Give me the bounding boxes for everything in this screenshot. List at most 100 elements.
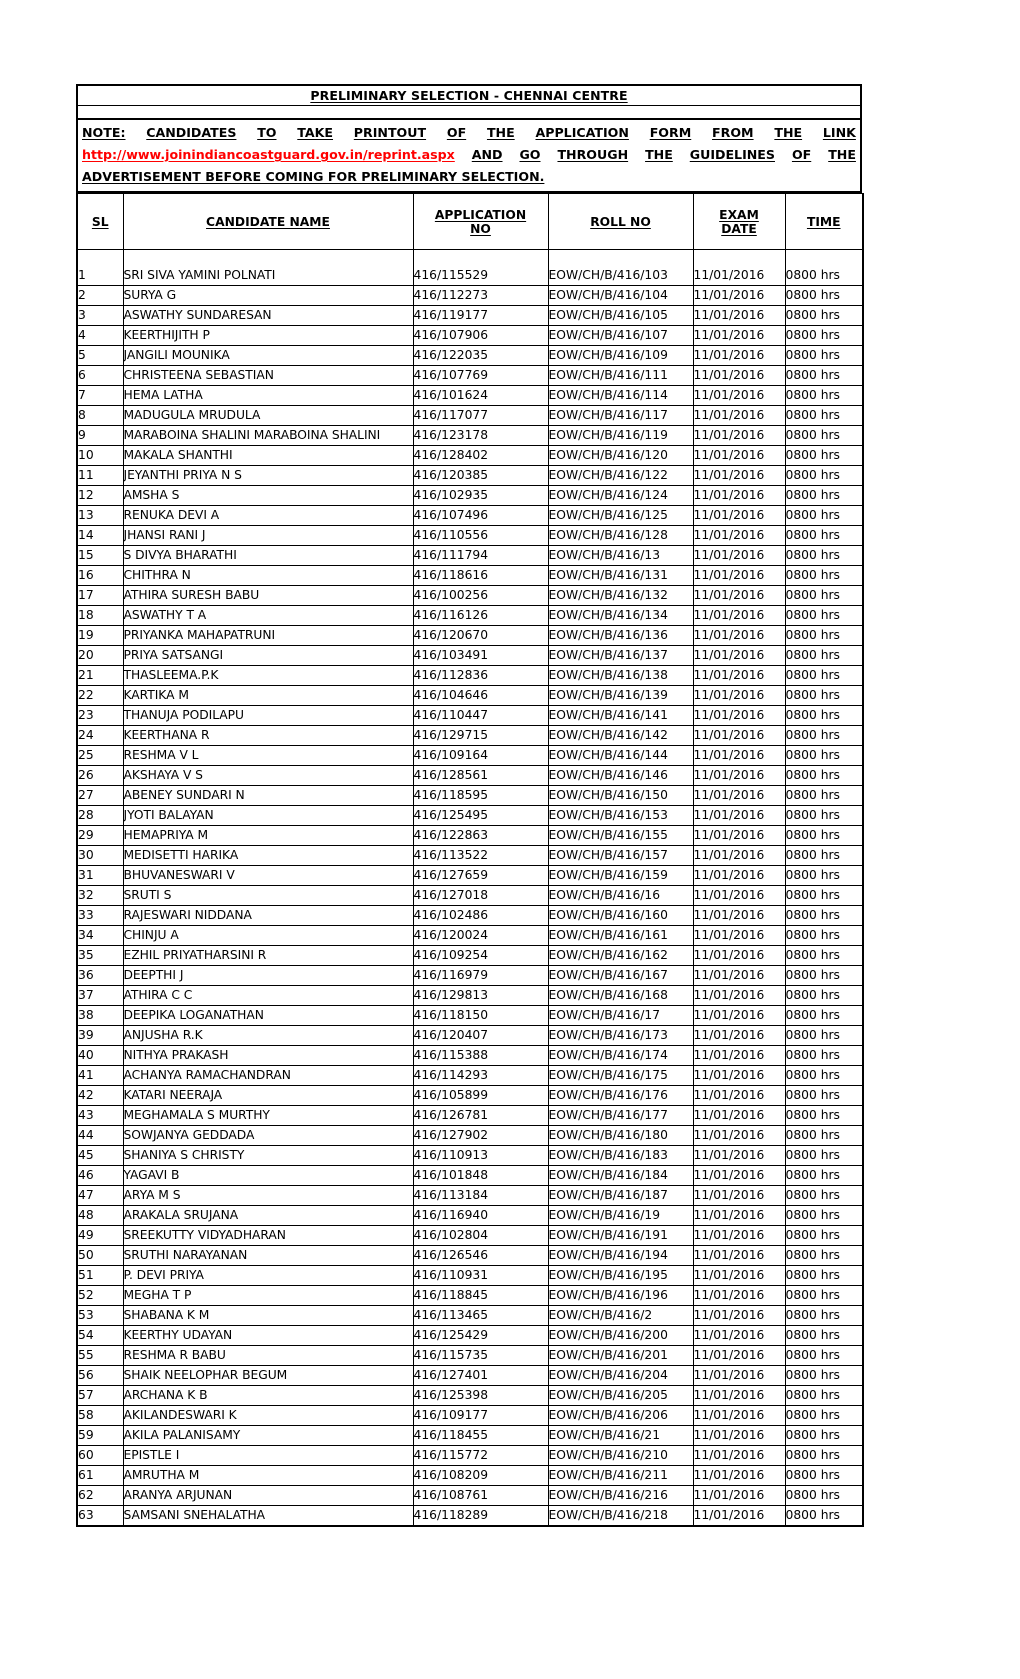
cell-candidate-name: P. DEVI PRIYA	[122, 1265, 414, 1286]
cell-roll-no: EOW/CH/B/416/191	[547, 1225, 694, 1246]
table-row: 37 ATHIRA C C 416/129813 EOW/CH/B/416/168 11…	[76, 985, 864, 1006]
cell-application-no: 416/118150	[412, 1005, 549, 1026]
cell-application-no: 416/113465	[412, 1305, 549, 1326]
cell-sl: 9	[76, 425, 124, 446]
cell-exam-date: 11/01/2016	[692, 305, 786, 326]
cell-candidate-name: MARABOINA SHALINI MARABOINA SHALINI	[122, 425, 414, 446]
cell-application-no: 416/127401	[412, 1365, 549, 1386]
cell-exam-date: 11/01/2016	[692, 1365, 786, 1386]
cell-roll-no: EOW/CH/B/416/183	[547, 1145, 694, 1166]
cell-exam-date: 11/01/2016	[692, 1485, 786, 1506]
cell-exam-date: 11/01/2016	[692, 505, 786, 526]
note2-word-7: THE	[828, 147, 856, 162]
cell-time: 0800 hrs	[784, 1165, 864, 1186]
cell-roll-no: EOW/CH/B/416/176	[547, 1085, 694, 1106]
cell-candidate-name: YAGAVI B	[122, 1165, 414, 1186]
cell-roll-no: EOW/CH/B/416/16	[547, 885, 694, 906]
cell-sl: 44	[76, 1125, 124, 1146]
cell-exam-date: 11/01/2016	[692, 1405, 786, 1426]
cell-application-no: 416/111794	[412, 545, 549, 566]
cell-roll-no: EOW/CH/B/416/144	[547, 745, 694, 766]
cell-sl: 45	[76, 1145, 124, 1166]
cell-candidate-name: RAJESWARI NIDDANA	[122, 905, 414, 926]
column-header-sl-label: SL	[91, 214, 109, 229]
cell-application-no: 416/127018	[412, 885, 549, 906]
cell-sl: 23	[76, 705, 124, 726]
cell-application-no: 416/113522	[412, 845, 549, 866]
cell-roll-no: EOW/CH/B/416/211	[547, 1465, 694, 1486]
table-row: 17 ATHIRA SURESH BABU 416/100256 EOW/CH/B/4…	[76, 585, 864, 606]
spacer-row	[76, 106, 862, 120]
table-head: SL CANDIDATE NAME APPLICATION NO ROLL NO…	[76, 193, 864, 250]
cell-roll-no: EOW/CH/B/416/196	[547, 1285, 694, 1306]
cell-application-no: 416/109164	[412, 745, 549, 766]
column-header-application-no-label-1: APPLICATION	[434, 207, 527, 222]
cell-sl: 60	[76, 1445, 124, 1466]
cell-time: 0800 hrs	[784, 1225, 864, 1246]
cell-exam-date: 11/01/2016	[692, 1305, 786, 1326]
note-word-4: TAKE	[297, 125, 334, 140]
table-row: 5 JANGILI MOUNIKA 416/122035 EOW/CH/B/416/1…	[76, 345, 864, 366]
cell-roll-no: EOW/CH/B/416/125	[547, 505, 694, 526]
cell-application-no: 416/101624	[412, 385, 549, 406]
cell-candidate-name: AKILA PALANISAMY	[122, 1425, 414, 1446]
cell-application-no: 416/120024	[412, 925, 549, 946]
cell-time: 0800 hrs	[784, 1505, 864, 1527]
cell-candidate-name: SRUTHI NARAYANAN	[122, 1245, 414, 1266]
cell-application-no: 416/102935	[412, 485, 549, 506]
cell-roll-no: EOW/CH/B/416/120	[547, 445, 694, 466]
cell-exam-date: 11/01/2016	[692, 645, 786, 666]
cell-sl: 39	[76, 1025, 124, 1046]
table-body: 1 SRI SIVA YAMINI POLNATI 416/115529 EOW/CH…	[76, 249, 864, 1527]
table-row: 8 MADUGULA MRUDULA 416/117077 EOW/CH/B/416/…	[76, 405, 864, 426]
cell-sl: 13	[76, 505, 124, 526]
cell-roll-no: EOW/CH/B/416/206	[547, 1405, 694, 1426]
table-row: 15 S DIVYA BHARATHI 416/111794 EOW/CH/B/416…	[76, 545, 864, 566]
cell-time: 0800 hrs	[784, 1305, 864, 1326]
cell-time: 0800 hrs	[784, 1365, 864, 1386]
cell-roll-no: EOW/CH/B/416/141	[547, 705, 694, 726]
cell-application-no: 416/110556	[412, 525, 549, 546]
cell-time: 0800 hrs	[784, 1065, 864, 1086]
cell-exam-date: 11/01/2016	[692, 1265, 786, 1286]
cell-time: 0800 hrs	[784, 305, 864, 326]
cell-candidate-name: KEERTHY UDAYAN	[122, 1325, 414, 1346]
cell-application-no: 416/114293	[412, 1065, 549, 1086]
cell-application-no: 416/120407	[412, 1025, 549, 1046]
cell-roll-no: EOW/CH/B/416/122	[547, 465, 694, 486]
cell-roll-no: EOW/CH/B/416/124	[547, 485, 694, 506]
table-row: 35 EZHIL PRIYATHARSINI R 416/109254 EOW/CH/…	[76, 945, 864, 966]
cell-roll-no: EOW/CH/B/416/138	[547, 665, 694, 686]
cell-roll-no: EOW/CH/B/416/103	[547, 249, 694, 286]
cell-exam-date: 11/01/2016	[692, 1005, 786, 1026]
cell-sl: 43	[76, 1105, 124, 1126]
cell-candidate-name: MADUGULA MRUDULA	[122, 405, 414, 426]
cell-sl: 10	[76, 445, 124, 466]
cell-time: 0800 hrs	[784, 945, 864, 966]
cell-time: 0800 hrs	[784, 1245, 864, 1266]
cell-candidate-name: THANUJA PODILAPU	[122, 705, 414, 726]
cell-candidate-name: PRIYANKA MAHAPATRUNI	[122, 625, 414, 646]
cell-time: 0800 hrs	[784, 605, 864, 626]
cell-exam-date: 11/01/2016	[692, 725, 786, 746]
cell-sl: 15	[76, 545, 124, 566]
cell-exam-date: 11/01/2016	[692, 805, 786, 826]
cell-sl: 4	[76, 325, 124, 346]
cell-application-no: 416/102804	[412, 1225, 549, 1246]
cell-time: 0800 hrs	[784, 1285, 864, 1306]
table-row: 54 KEERTHY UDAYAN 416/125429 EOW/CH/B/416/2…	[76, 1325, 864, 1346]
note2-word-5: GUIDELINES	[689, 147, 775, 162]
cell-candidate-name: MAKALA SHANTHI	[122, 445, 414, 466]
cell-time: 0800 hrs	[784, 705, 864, 726]
cell-roll-no: EOW/CH/B/416/173	[547, 1025, 694, 1046]
cell-exam-date: 11/01/2016	[692, 1165, 786, 1186]
reprint-link[interactable]: http://www.joinindiancoastguard.gov.in/r…	[82, 144, 455, 166]
cell-application-no: 416/129813	[412, 985, 549, 1006]
cell-exam-date: 11/01/2016	[692, 1125, 786, 1146]
table-row: 20 PRIYA SATSANGI 416/103491 EOW/CH/B/416/1…	[76, 645, 864, 666]
table-row: 16 CHITHRA N 416/118616 EOW/CH/B/416/131 11/…	[76, 565, 864, 586]
column-header-roll-no-label: ROLL NO	[590, 214, 651, 229]
cell-candidate-name: KEERTHIJITH P	[122, 325, 414, 346]
table-row: 42 KATARI NEERAJA 416/105899 EOW/CH/B/416/1…	[76, 1085, 864, 1106]
cell-application-no: 416/118289	[412, 1505, 549, 1527]
